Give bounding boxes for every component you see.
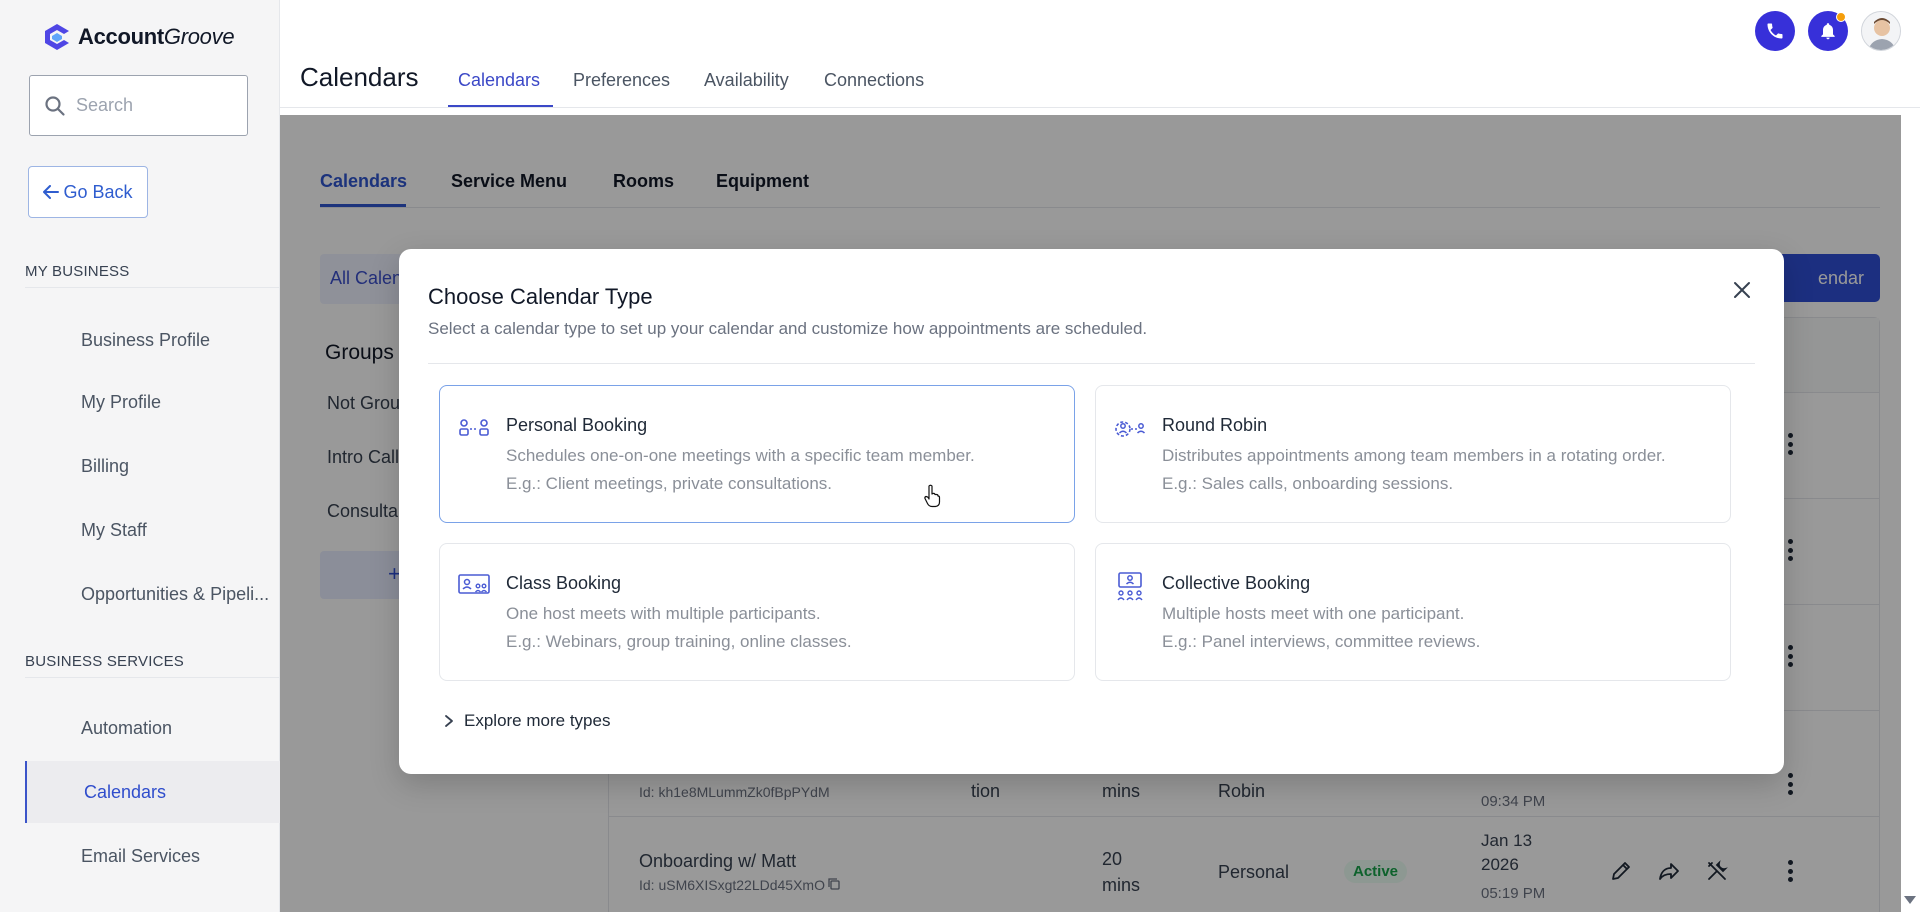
sidebar-item-billing[interactable]: Billing	[0, 435, 280, 497]
go-back-button[interactable]: Go Back	[28, 166, 148, 218]
type-title: Personal Booking	[506, 415, 648, 435]
section-divider	[25, 287, 280, 288]
sidebar-item-label: My Staff	[81, 519, 147, 540]
notifications-button[interactable]	[1808, 11, 1848, 51]
go-back-label: Go Back	[63, 181, 133, 202]
type-title: Collective Booking	[1162, 573, 1311, 593]
class-booking-icon	[458, 574, 490, 594]
top-header: Calendars Calendars Preferences Availabi…	[280, 0, 1920, 108]
hand-cursor-icon	[924, 484, 941, 508]
section-heading-my-business: MY BUSINESS	[25, 263, 130, 280]
search-box[interactable]	[29, 75, 248, 136]
sidebar-item-email-services[interactable]: Email Services	[0, 825, 280, 887]
notification-dot	[1836, 12, 1846, 22]
search-input[interactable]	[76, 95, 226, 116]
type-desc-line: One host meets with multiple participant…	[506, 604, 821, 623]
type-desc-line: Distributes appointments among team memb…	[1162, 446, 1666, 465]
type-example-line: E.g.: Webinars, group training, online c…	[506, 632, 852, 651]
modal-title: Choose Calendar Type	[428, 284, 653, 309]
chevron-right-icon	[445, 715, 453, 727]
sidebar-item-my-staff[interactable]: My Staff	[0, 499, 280, 561]
tab-calendars[interactable]: Calendars	[458, 70, 540, 91]
type-example-line: E.g.: Panel interviews, committee review…	[1162, 632, 1481, 651]
sidebar: AccountGroove Go Back MY BUSINESS Busine…	[0, 0, 280, 912]
sidebar-item-business-profile[interactable]: Business Profile	[0, 309, 280, 371]
avatar[interactable]	[1861, 11, 1901, 51]
sidebar-item-calendars[interactable]: Calendars	[25, 761, 280, 823]
phone-button[interactable]	[1755, 11, 1795, 51]
type-card-round-robin[interactable]: Round Robin Distributes appointments amo…	[1095, 385, 1731, 523]
type-title: Round Robin	[1162, 415, 1268, 435]
arrow-left-icon	[43, 185, 60, 199]
type-description: Multiple hosts meet with one participant…	[1162, 600, 1480, 656]
user-avatar-icon	[1862, 12, 1900, 50]
sidebar-item-label: Email Services	[81, 845, 201, 866]
active-tab-indicator	[448, 105, 553, 107]
type-description: Distributes appointments among team memb…	[1162, 442, 1666, 498]
type-description: One host meets with multiple participant…	[506, 600, 852, 656]
sidebar-item-label: Automation	[81, 717, 173, 738]
personal-booking-icon	[459, 419, 489, 436]
brand-name: AccountGroove	[78, 24, 235, 49]
type-card-personal-booking[interactable]: Personal Booking Schedules one-on-one me…	[439, 385, 1075, 523]
sidebar-item-label: My Profile	[81, 391, 162, 412]
tab-availability[interactable]: Availability	[704, 70, 789, 91]
close-icon[interactable]	[1731, 279, 1753, 301]
sidebar-item-my-profile[interactable]: My Profile	[0, 371, 280, 433]
collective-booking-icon	[1117, 572, 1143, 601]
type-card-class-booking[interactable]: Class Booking One host meets with multip…	[439, 543, 1075, 681]
sidebar-item-label: Opportunities & Pipeli...	[81, 583, 270, 604]
sidebar-item-label: Calendars	[84, 781, 167, 802]
explore-more-label: Explore more types	[464, 711, 611, 730]
type-example-line: E.g.: Client meetings, private consultat…	[506, 474, 832, 493]
tab-preferences[interactable]: Preferences	[573, 70, 670, 91]
type-desc-line: Multiple hosts meet with one participant…	[1162, 604, 1465, 623]
type-example-line: E.g.: Sales calls, onboarding sessions.	[1162, 474, 1454, 493]
tab-connections[interactable]: Connections	[824, 70, 924, 91]
modal-subtitle: Select a calendar type to set up your ca…	[428, 319, 1148, 338]
bell-icon	[1821, 23, 1835, 40]
sidebar-item-label: Billing	[81, 455, 130, 476]
choose-calendar-type-modal: Choose Calendar Type Select a calendar t…	[399, 249, 1784, 774]
section-divider	[25, 677, 280, 678]
phone-icon	[1767, 23, 1783, 39]
type-title: Class Booking	[506, 573, 622, 593]
explore-more-types-toggle[interactable]: Explore more types	[444, 711, 610, 731]
section-heading-business-services: BUSINESS SERVICES	[25, 653, 185, 670]
type-card-collective-booking[interactable]: Collective Booking Multiple hosts meet w…	[1095, 543, 1731, 681]
modal-divider	[428, 363, 1755, 364]
scroll-down-arrow[interactable]	[1904, 896, 1916, 904]
sidebar-item-opportunities[interactable]: Opportunities & Pipeli...	[0, 563, 280, 625]
brand-logo[interactable]: AccountGroove	[42, 22, 235, 52]
round-robin-icon	[1115, 421, 1146, 437]
search-icon	[45, 95, 65, 116]
sidebar-item-label: Business Profile	[81, 329, 211, 350]
type-desc-line: Schedules one-on-one meetings with a spe…	[506, 446, 975, 465]
type-description: Schedules one-on-one meetings with a spe…	[506, 442, 975, 498]
sidebar-item-automation[interactable]: Automation	[0, 697, 280, 759]
logo-icon	[45, 24, 69, 50]
page-title: Calendars	[300, 62, 419, 92]
